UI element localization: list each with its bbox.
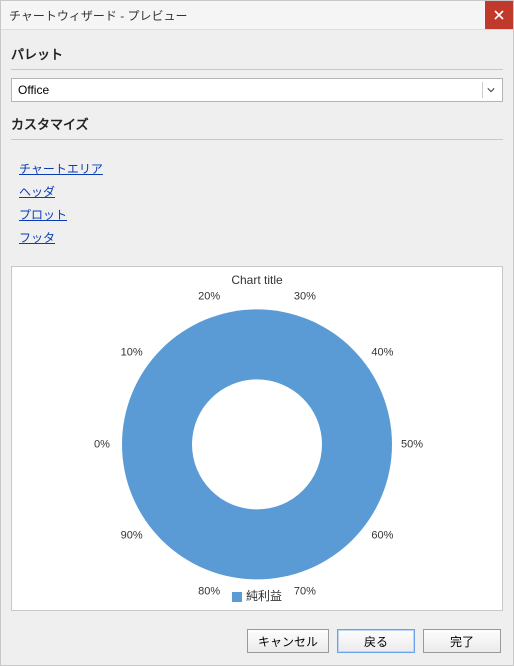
link-plot[interactable]: プロット xyxy=(19,206,503,223)
link-footer[interactable]: フッタ xyxy=(19,229,503,246)
palette-select[interactable] xyxy=(11,78,503,102)
link-chart-area[interactable]: チャートエリア xyxy=(19,160,503,177)
legend: 純利益 xyxy=(232,587,282,604)
chart-wizard-window: チャートウィザード - プレビュー パレット カスタマイズ チャートエリア ヘッ… xyxy=(0,0,514,666)
palette-section-title: パレット xyxy=(11,44,503,63)
data-label: 90% xyxy=(121,529,143,541)
palette-select-wrap xyxy=(11,78,503,102)
donut-ring xyxy=(122,309,392,579)
link-header[interactable]: ヘッダ xyxy=(19,183,503,200)
content-area: パレット カスタマイズ チャートエリア ヘッダ プロット フッタ Chart t… xyxy=(1,30,513,619)
data-label: 70% xyxy=(294,585,316,597)
data-label: 10% xyxy=(121,347,143,359)
data-label: 40% xyxy=(371,347,393,359)
data-label: 0% xyxy=(94,438,110,450)
chart-preview: Chart title 0%10%20%30%40%50%60%70%80%90… xyxy=(11,266,503,611)
data-label: 30% xyxy=(294,290,316,302)
donut-chart: 0%10%20%30%40%50%60%70%80%90% xyxy=(122,309,392,579)
data-label: 80% xyxy=(198,585,220,597)
data-label: 50% xyxy=(401,438,423,450)
divider xyxy=(11,69,503,70)
button-row: キャンセル 戻る 完了 xyxy=(1,619,513,665)
donut-hole xyxy=(192,379,322,509)
finish-button[interactable]: 完了 xyxy=(423,629,501,653)
titlebar: チャートウィザード - プレビュー xyxy=(1,1,513,30)
cancel-button[interactable]: キャンセル xyxy=(247,629,329,653)
legend-swatch xyxy=(232,592,242,602)
legend-label: 純利益 xyxy=(246,589,282,603)
window-title: チャートウィザード - プレビュー xyxy=(9,7,188,24)
back-button[interactable]: 戻る xyxy=(337,629,415,653)
data-label: 60% xyxy=(371,529,393,541)
close-button[interactable] xyxy=(485,1,513,29)
chart-title: Chart title xyxy=(231,273,282,287)
customize-links: チャートエリア ヘッダ プロット フッタ xyxy=(19,154,503,252)
divider xyxy=(11,139,503,140)
customize-section-title: カスタマイズ xyxy=(11,114,503,133)
close-icon xyxy=(494,10,504,20)
data-label: 20% xyxy=(198,290,220,302)
